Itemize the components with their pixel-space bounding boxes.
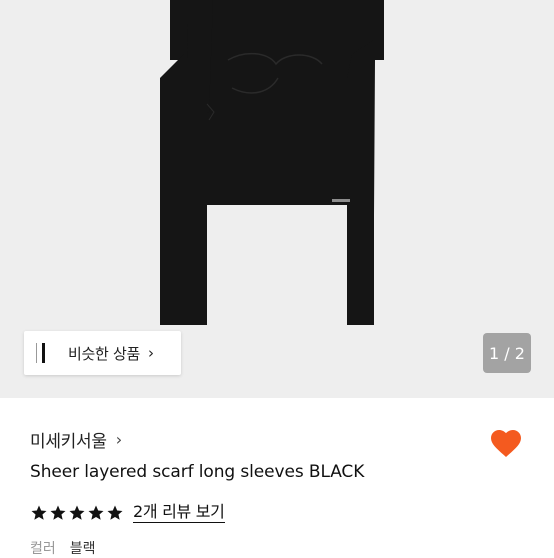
product-info: 미세키서울 › Sheer layered scarf long sleeves… bbox=[0, 398, 554, 557]
attribute-label: 컬러 bbox=[30, 541, 56, 557]
chevron-right-icon: › bbox=[115, 430, 122, 449]
brand-name: 미세키서울 bbox=[30, 432, 107, 452]
product-image-gallery[interactable]: 비슷한 상품 › 1 / 2 bbox=[0, 0, 554, 398]
attribute-value: 블랙 bbox=[69, 541, 96, 557]
product-title: Sheer layered scarf long sleeves BLACK bbox=[30, 462, 365, 482]
heart-icon[interactable] bbox=[488, 425, 524, 459]
star-icon bbox=[88, 505, 104, 520]
star-icon bbox=[31, 505, 47, 520]
rating-row: 2개 리뷰 보기 bbox=[30, 502, 225, 523]
brand-link[interactable]: 미세키서울 › bbox=[30, 427, 122, 452]
similar-products-label: 비슷한 상품 bbox=[68, 344, 140, 363]
similar-products-button[interactable]: 비슷한 상품 › bbox=[24, 331, 181, 375]
color-attribute: 컬러 블랙 bbox=[30, 538, 96, 558]
similar-product-thumbnail bbox=[24, 331, 62, 375]
view-reviews-link[interactable]: 2개 리뷰 보기 bbox=[133, 502, 225, 523]
image-pager: 1 / 2 bbox=[483, 333, 531, 373]
rating-stars bbox=[30, 504, 125, 522]
star-icon bbox=[50, 505, 66, 520]
star-icon bbox=[107, 505, 123, 520]
star-icon bbox=[69, 505, 85, 520]
chevron-right-icon: › bbox=[147, 344, 154, 362]
